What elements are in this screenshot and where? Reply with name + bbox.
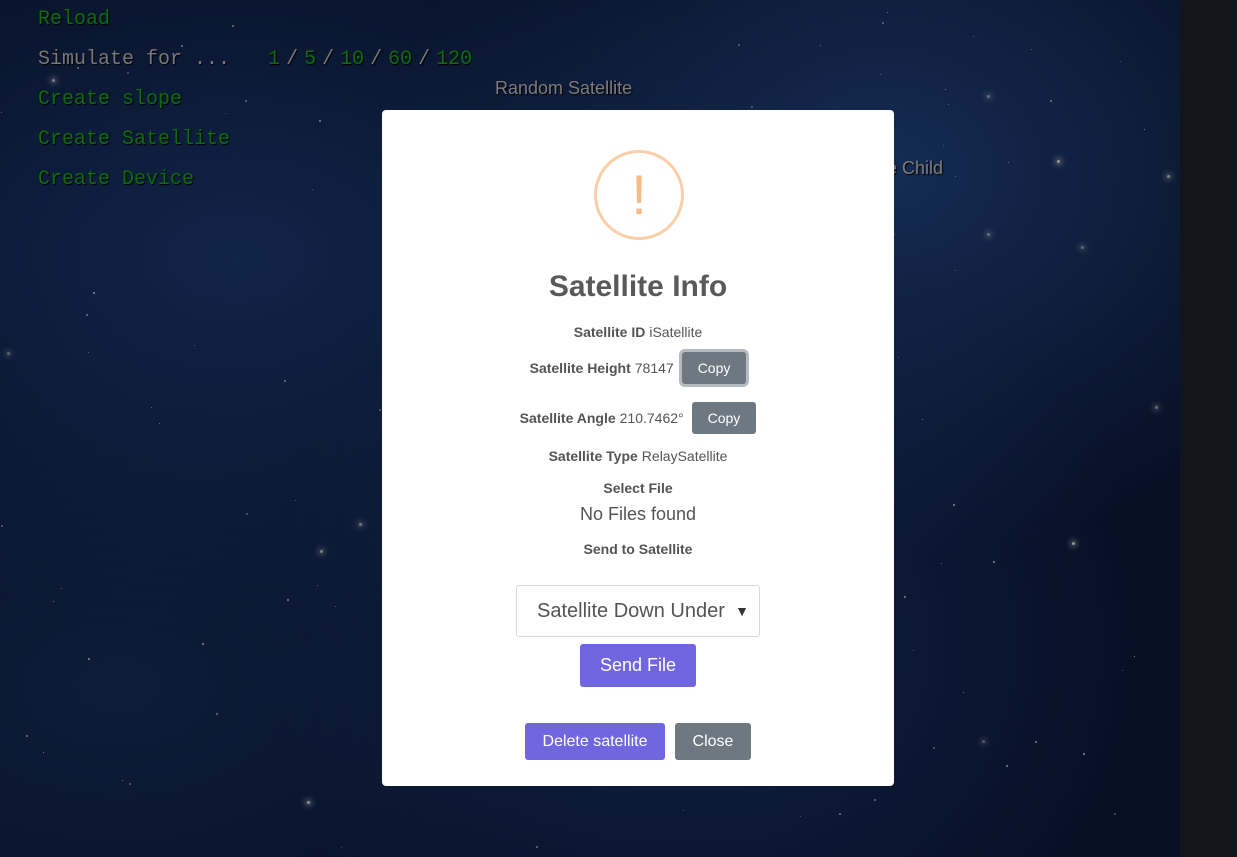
satellite-id-row: Satellite ID iSatellite <box>382 322 894 342</box>
satellite-type-row: Satellite Type RelaySatellite <box>382 446 894 466</box>
warning-icon: ! <box>594 150 684 240</box>
satellite-height-label: Satellite Height <box>529 360 631 376</box>
no-files-message: No Files found <box>579 504 697 524</box>
delete-satellite-button[interactable]: Delete satellite <box>525 723 665 760</box>
satellite-angle-value: 210.7462° <box>619 410 684 426</box>
chevron-down-icon: ▼ <box>735 603 749 619</box>
satellite-type-value: RelaySatellite <box>641 448 728 464</box>
copy-angle-button[interactable]: Copy <box>691 402 757 434</box>
select-file-label: Select File <box>603 480 673 496</box>
satellite-id-value: iSatellite <box>649 324 703 340</box>
satellite-angle-label: Satellite Angle <box>519 410 616 426</box>
satellite-type-label: Satellite Type <box>548 448 638 464</box>
send-to-satellite-label: Send to Satellite <box>583 541 693 557</box>
satellite-angle-row: Satellite Angle 210.7462° Copy <box>382 400 894 436</box>
selected-satellite-value: Satellite Down Under <box>537 599 725 622</box>
send-file-button[interactable]: Send File <box>580 644 696 687</box>
satellite-info-dialog: ! Satellite Info Satellite ID iSatellite… <box>382 110 894 786</box>
satellite-height-row: Satellite Height 78147 Copy <box>382 350 894 386</box>
satellite-id-label: Satellite ID <box>573 324 646 340</box>
satellite-height-value: 78147 <box>634 360 674 376</box>
dialog-title: Satellite Info <box>548 270 728 303</box>
copy-height-button[interactable]: Copy <box>681 352 747 384</box>
close-button[interactable]: Close <box>675 723 751 760</box>
target-satellite-select[interactable]: Satellite Down Under ▼ <box>516 585 760 637</box>
